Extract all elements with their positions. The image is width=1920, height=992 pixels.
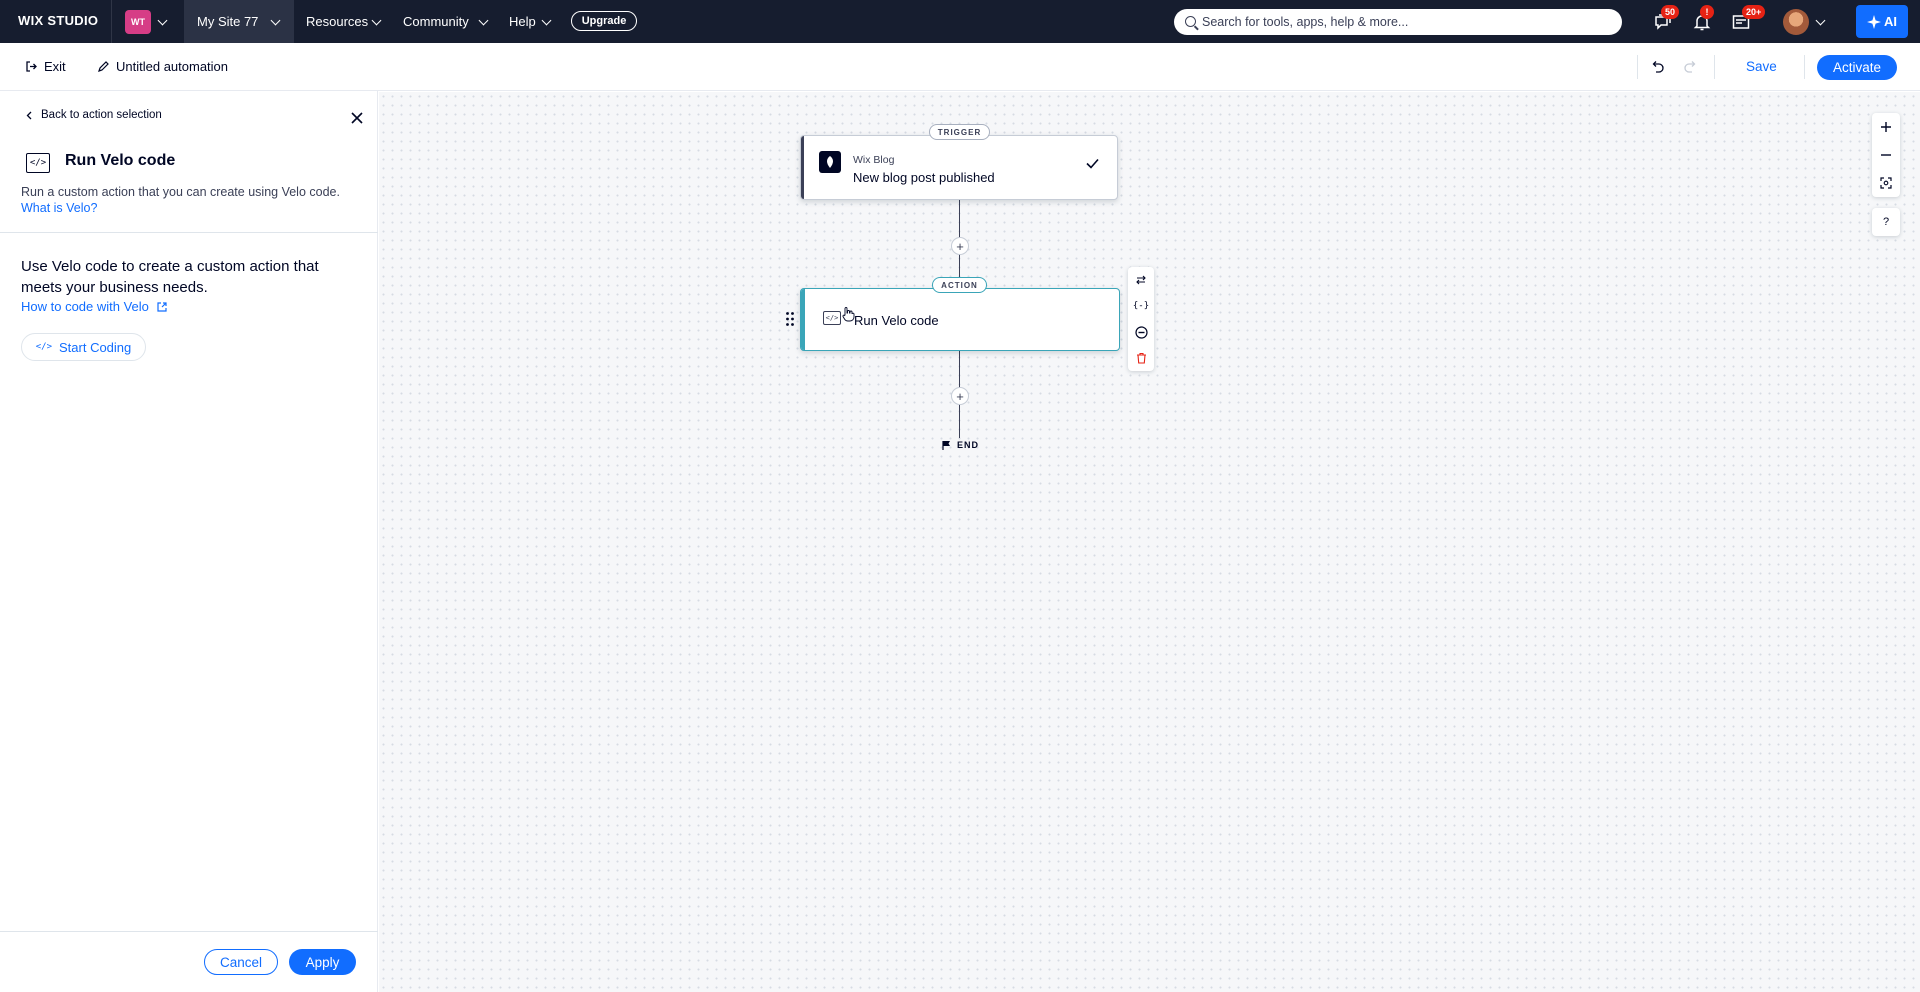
automation-toolbar: Exit Untitled automation Save Activate — [0, 43, 1920, 91]
wix-blog-icon — [819, 151, 841, 173]
zoom-controls — [1872, 113, 1900, 197]
fit-screen-icon — [1880, 177, 1892, 189]
redo-icon[interactable] — [1684, 60, 1698, 74]
chevron-down-icon — [478, 15, 489, 26]
minus-circle-icon — [1134, 325, 1148, 339]
back-to-action-selection-link[interactable]: Back to action selection — [26, 109, 162, 121]
variables-button[interactable]: {-} — [1129, 294, 1153, 318]
close-icon[interactable] — [350, 111, 364, 125]
ai-button[interactable]: AI — [1856, 5, 1908, 38]
apply-button[interactable]: Apply — [289, 949, 356, 975]
chevron-left-icon — [26, 111, 32, 119]
messages-badge: 50 — [1661, 5, 1680, 19]
search-icon — [1185, 16, 1196, 27]
action-settings-panel: Back to action selection </> Run Velo co… — [0, 91, 378, 992]
checkmark-icon — [1086, 158, 1099, 169]
updates-badge: 20+ — [1742, 5, 1766, 19]
exit-button[interactable]: Exit — [26, 59, 66, 74]
save-button[interactable]: Save — [1746, 59, 1777, 74]
zoom-out-button[interactable] — [1872, 141, 1900, 169]
disable-action-button[interactable] — [1129, 320, 1153, 344]
automation-title-text: Untitled automation — [116, 59, 229, 74]
panel-description: Run a custom action that you can create … — [21, 184, 341, 216]
divider — [1714, 55, 1715, 79]
undo-icon[interactable] — [1650, 60, 1664, 74]
minus-icon — [1881, 154, 1891, 156]
sparkle-icon — [1867, 14, 1881, 29]
trigger-name: New blog post published — [853, 170, 995, 185]
action-name: Run Velo code — [854, 313, 939, 328]
pencil-icon — [98, 61, 109, 72]
nav-resources[interactable]: Resources — [306, 14, 368, 29]
divider — [0, 931, 378, 932]
divider — [1637, 55, 1638, 79]
top-bar: WIX STUDIO WT My Site 77 Resources Commu… — [0, 0, 1920, 43]
how-to-code-label: How to code with Velo — [21, 299, 149, 314]
how-to-code-link[interactable]: How to code with Velo — [21, 299, 167, 314]
panel-body-text: Use Velo code to create a custom action … — [21, 258, 319, 296]
chevron-down-icon[interactable] — [157, 15, 168, 26]
end-label: END — [957, 440, 980, 450]
nav-help[interactable]: Help — [509, 14, 536, 29]
swap-icon — [1136, 275, 1146, 285]
action-toolbar: {-} — [1128, 267, 1154, 371]
activate-button[interactable]: Activate — [1817, 55, 1897, 80]
wix-studio-logo[interactable]: WIX STUDIO — [18, 13, 98, 28]
nav-community[interactable]: Community — [403, 14, 469, 29]
cancel-button[interactable]: Cancel — [204, 949, 278, 975]
trigger-app-name: Wix Blog — [853, 154, 895, 166]
exit-label: Exit — [44, 59, 66, 74]
code-icon: </> — [35, 342, 52, 352]
chevron-down-icon — [270, 15, 281, 26]
braces-icon: {-} — [1132, 301, 1150, 311]
divider — [1804, 55, 1805, 79]
help-button[interactable]: ? — [1872, 208, 1900, 236]
search-input[interactable]: Search for tools, apps, help & more... — [1174, 9, 1622, 35]
action-tag: ACTION — [932, 277, 987, 293]
velo-code-icon: </> — [26, 153, 50, 173]
end-marker: END — [942, 440, 979, 450]
start-coding-label: Start Coding — [59, 339, 132, 355]
description-text: Run a custom action that you can create … — [21, 185, 340, 199]
automation-canvas[interactable] — [379, 92, 1920, 992]
site-selector[interactable]: My Site 77 — [184, 0, 294, 43]
drag-handle-icon[interactable] — [785, 311, 795, 327]
ai-label: AI — [1884, 14, 1897, 29]
chevron-down-icon — [541, 15, 552, 26]
notifications-badge: ! — [1700, 5, 1714, 19]
chevron-down-icon[interactable] — [1815, 15, 1826, 26]
flag-icon — [942, 441, 950, 450]
plus-icon — [1881, 122, 1891, 132]
start-coding-button[interactable]: </> Start Coding — [21, 333, 146, 361]
what-is-velo-link[interactable]: What is Velo? — [21, 201, 97, 215]
exit-icon — [26, 61, 37, 72]
card-accent — [801, 136, 804, 199]
divider — [111, 0, 112, 43]
upgrade-button[interactable]: Upgrade — [571, 11, 637, 31]
add-step-button[interactable]: + — [951, 387, 969, 405]
user-avatar[interactable] — [1783, 9, 1809, 35]
trigger-tag: TRIGGER — [929, 124, 990, 140]
panel-title: Run Velo code — [65, 152, 176, 169]
trigger-card[interactable]: Wix Blog New blog post published — [800, 135, 1118, 200]
action-card[interactable]: </> Run Velo code — [800, 288, 1120, 351]
divider — [0, 232, 378, 233]
trash-icon — [1136, 352, 1146, 364]
workspace-avatar[interactable]: WT — [125, 10, 151, 34]
chevron-down-icon — [371, 15, 382, 26]
automation-title[interactable]: Untitled automation — [98, 59, 228, 74]
delete-action-button[interactable] — [1129, 346, 1153, 370]
zoom-in-button[interactable] — [1872, 113, 1900, 141]
velo-code-icon: </> — [823, 311, 841, 325]
replace-action-button[interactable] — [1129, 268, 1153, 292]
site-name: My Site 77 — [197, 14, 259, 29]
back-label: Back to action selection — [41, 109, 162, 121]
hand-cursor-icon — [842, 307, 855, 322]
search-placeholder: Search for tools, apps, help & more... — [1202, 15, 1409, 29]
card-accent — [801, 289, 805, 350]
add-step-button[interactable]: + — [951, 237, 969, 255]
external-link-icon — [157, 301, 167, 312]
fit-to-screen-button[interactable] — [1872, 169, 1900, 197]
